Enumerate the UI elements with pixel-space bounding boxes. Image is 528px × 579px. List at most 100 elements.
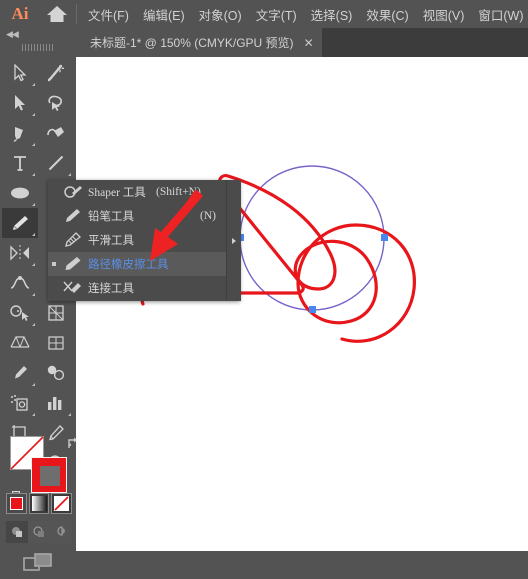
flyout-item-shaper[interactable]: Shaper 工具 (Shift+N) [48, 180, 240, 204]
close-icon[interactable]: ✕ [304, 36, 314, 50]
pencil-tool-flyout: Shaper 工具 (Shift+N) 铅笔工具 (N) 平滑工具 路径橡皮擦工… [48, 180, 240, 301]
tool-flyout-corner-icon [32, 203, 35, 206]
lasso-tool[interactable] [38, 88, 74, 118]
solid-color-icon [9, 497, 23, 510]
tool-flyout-corner-icon [32, 323, 35, 326]
none-slash-icon [54, 496, 70, 511]
tool-row [2, 388, 74, 418]
menu-effect[interactable]: 效果(C) [365, 3, 409, 26]
tool-row [2, 58, 74, 88]
draw-mode-buttons [6, 521, 72, 543]
magic-wand-tool[interactable] [38, 58, 74, 88]
tool-row [2, 88, 74, 118]
menu-window[interactable]: 窗口(W) [477, 3, 524, 26]
tool-flyout-corner-icon [32, 143, 35, 146]
mesh-tool[interactable] [38, 328, 74, 358]
draw-behind-button[interactable] [28, 521, 50, 543]
tool-flyout-corner-icon [32, 173, 35, 176]
tool-row [2, 328, 74, 358]
stroke-swatch[interactable] [31, 457, 67, 493]
app-logo: Ai [11, 4, 29, 23]
tool-row [2, 118, 74, 148]
selection-tool[interactable] [2, 58, 38, 88]
tool-flyout-corner-icon [32, 263, 35, 266]
color-mode-button[interactable] [6, 493, 27, 514]
document-tab[interactable]: 未标题-1* @ 150% (CMYK/GPU 预览) ✕ [76, 28, 322, 57]
flyout-item-label: 路径橡皮擦工具 [88, 259, 169, 271]
artboard-canvas[interactable] [76, 57, 528, 551]
tool-flyout-corner-icon [32, 233, 35, 236]
eyedropper-tool[interactable] [2, 358, 38, 388]
home-icon[interactable] [40, 4, 74, 24]
gradient-mode-button[interactable] [28, 493, 50, 514]
flyout-item-shortcut: (N) [200, 210, 216, 222]
column-graph-tool[interactable] [38, 388, 74, 418]
curvature-tool[interactable] [38, 118, 74, 148]
paint-mode-buttons [6, 493, 73, 517]
flyout-item-smooth[interactable]: 平滑工具 [48, 228, 240, 252]
anchor-point [381, 234, 388, 241]
selected-bullet-icon [52, 262, 56, 266]
flyout-item-path-eraser[interactable]: 路径橡皮擦工具 [48, 252, 240, 276]
document-tab-bar: 未标题-1* @ 150% (CMYK/GPU 预览) ✕ [76, 28, 528, 57]
collapse-panel-button[interactable]: ◀◀ [0, 28, 76, 41]
pencil-icon [58, 208, 88, 224]
fill-stroke-swatches [10, 436, 78, 493]
perspective-grid-tool[interactable] [2, 328, 38, 358]
tool-flyout-corner-icon [68, 173, 71, 176]
menu-view[interactable]: 视图(V) [422, 3, 466, 26]
flyout-item-label: 平滑工具 [88, 235, 134, 247]
ellipse-tool[interactable] [2, 178, 38, 208]
flyout-item-pencil[interactable]: 铅笔工具 (N) [48, 204, 240, 228]
tool-flyout-corner-icon [32, 113, 35, 116]
menu-select[interactable]: 选择(S) [310, 3, 354, 26]
menu-edit[interactable]: 编辑(E) [142, 3, 186, 26]
anchor-point [309, 306, 316, 313]
tool-flyout-corner-icon [32, 413, 35, 416]
gradient-icon [31, 496, 47, 511]
change-screen-mode-button[interactable] [0, 549, 76, 577]
draw-inside-button[interactable] [50, 521, 72, 543]
tool-row [2, 298, 74, 328]
flyout-item-join[interactable]: 连接工具 [48, 276, 240, 300]
menu-file[interactable]: 文件(F) [87, 3, 130, 26]
illustrator-window: Ai 文件(F) 编辑(E) 对象(O) 文字(T) 选择(S) 效果(C) 视… [0, 0, 528, 571]
tool-flyout-corner-icon [32, 83, 35, 86]
smooth-tool-icon [58, 232, 88, 248]
tear-off-arrow-icon [232, 237, 236, 244]
menu-bar: Ai 文件(F) 编辑(E) 对象(O) 文字(T) 选择(S) 效果(C) 视… [0, 0, 528, 28]
shaper-tool-icon [58, 184, 88, 200]
flyout-item-shortcut: (Shift+N) [156, 186, 201, 198]
menu-type[interactable]: 文字(T) [255, 3, 298, 26]
pen-tool[interactable] [2, 118, 38, 148]
flyout-item-label: 铅笔工具 [88, 211, 134, 223]
live-paint-tool[interactable] [38, 298, 74, 328]
document-tab-title: 未标题-1* @ 150% (CMYK/GPU 预览) [90, 36, 294, 50]
tool-flyout-corner-icon [32, 293, 35, 296]
none-mode-button[interactable] [51, 493, 73, 514]
tool-flyout-corner-icon [32, 383, 35, 386]
symbol-sprayer-tool[interactable] [2, 388, 38, 418]
flyout-item-label: Shaper 工具 [88, 187, 146, 199]
tool-row [2, 358, 74, 388]
type-tool[interactable] [2, 148, 38, 178]
panel-drag-grip[interactable] [22, 44, 54, 51]
direct-selection-tool[interactable] [2, 88, 38, 118]
double-chevron-left-icon: ◀◀ [6, 29, 19, 39]
tool-row [2, 148, 74, 178]
menu-divider [76, 4, 77, 24]
menu-items: 文件(F) 编辑(E) 对象(O) 文字(T) 选择(S) 效果(C) 视图(V… [87, 3, 525, 26]
line-segment-tool[interactable] [38, 148, 74, 178]
color-controls [0, 431, 78, 579]
menu-object[interactable]: 对象(O) [198, 3, 243, 26]
rotate-tool[interactable] [2, 238, 38, 268]
shape-builder-tool[interactable] [2, 298, 38, 328]
width-tool[interactable] [2, 268, 38, 298]
blend-tool[interactable] [38, 358, 74, 388]
pencil-tool[interactable] [2, 208, 38, 238]
join-tool-icon [58, 280, 88, 296]
draw-normal-button[interactable] [6, 521, 28, 543]
flyout-item-label: 连接工具 [88, 283, 134, 295]
stroke-inner-hole [40, 466, 60, 486]
flyout-tearoff-strip[interactable] [226, 180, 241, 301]
